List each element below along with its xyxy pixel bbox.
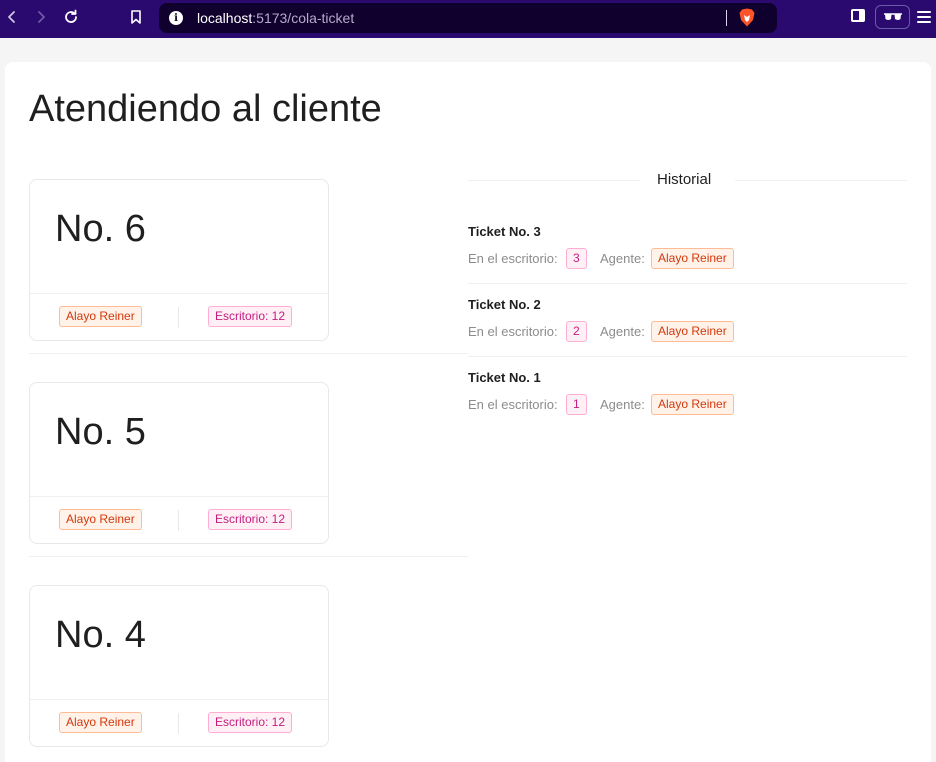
agent-tag: Alayo Reiner — [59, 712, 142, 733]
agent-tag: Alayo Reiner — [651, 394, 734, 415]
agent-tag: Alayo Reiner — [651, 248, 734, 269]
forward-icon[interactable] — [30, 6, 52, 28]
history-item: Ticket No. 1 En el escritorio: 1 Agente:… — [468, 357, 907, 430]
ticket-card-footer: Alayo Reiner Escritorio: 12 — [30, 699, 328, 747]
desk-number-tag: 1 — [566, 394, 587, 415]
menu-icon[interactable] — [917, 11, 931, 23]
history-item-title: Ticket No. 3 — [468, 224, 541, 239]
history-item-title: Ticket No. 1 — [468, 370, 541, 385]
history-title: Historial — [657, 171, 712, 188]
address-divider — [726, 10, 727, 26]
url-text[interactable]: localhost:5173/cola-ticket — [197, 10, 354, 26]
page-title: Atendiendo al cliente — [29, 88, 382, 130]
agent-tag: Alayo Reiner — [59, 509, 142, 530]
ticket-number: No. 4 — [55, 614, 146, 656]
list-divider — [29, 556, 468, 557]
ticket-card: No. 5 Alayo Reiner Escritorio: 12 — [29, 382, 329, 544]
desk-tag: Escritorio: 12 — [208, 712, 293, 733]
history-divider-left — [468, 180, 640, 181]
bookmark-icon[interactable] — [125, 6, 147, 28]
site-info-icon[interactable]: i — [169, 11, 183, 25]
agent-label: Agente: — [600, 324, 645, 339]
list-divider — [29, 353, 468, 354]
browser-toolbar: i localhost:5173/cola-ticket — [0, 0, 936, 38]
ticket-card: No. 6 Alayo Reiner Escritorio: 12 — [29, 179, 329, 341]
agent-label: Agente: — [600, 251, 645, 266]
url-path: :5173/cola-ticket — [252, 10, 355, 26]
ticket-number: No. 6 — [55, 208, 146, 250]
agent-tag: Alayo Reiner — [59, 306, 142, 327]
history-divider-right — [735, 180, 907, 181]
private-glasses-icon[interactable] — [875, 5, 910, 29]
brave-shield-icon[interactable] — [739, 8, 755, 27]
ticket-card-footer: Alayo Reiner Escritorio: 12 — [30, 496, 328, 544]
ticket-number: No. 5 — [55, 411, 146, 453]
history-item-title: Ticket No. 2 — [468, 297, 541, 312]
desk-tag: Escritorio: 12 — [208, 306, 293, 327]
history-item: Ticket No. 3 En el escritorio: 3 Agente:… — [468, 211, 907, 284]
url-host: localhost — [197, 10, 253, 26]
ticket-card-footer: Alayo Reiner Escritorio: 12 — [30, 293, 328, 341]
desk-label: En el escritorio: — [468, 397, 558, 412]
address-bar[interactable]: i localhost:5173/cola-ticket — [159, 3, 777, 33]
footer-divider — [178, 307, 179, 328]
footer-divider — [178, 713, 179, 734]
desk-tag: Escritorio: 12 — [208, 509, 293, 530]
back-icon[interactable] — [1, 6, 23, 28]
sidebar-icon[interactable] — [851, 9, 865, 22]
desk-number-tag: 2 — [566, 321, 587, 342]
desk-label: En el escritorio: — [468, 251, 558, 266]
desk-number-tag: 3 — [566, 248, 587, 269]
agent-label: Agente: — [600, 397, 645, 412]
footer-divider — [178, 510, 179, 531]
agent-tag: Alayo Reiner — [651, 321, 734, 342]
desk-label: En el escritorio: — [468, 324, 558, 339]
ticket-card: No. 4 Alayo Reiner Escritorio: 12 — [29, 585, 329, 747]
reload-icon[interactable] — [60, 6, 82, 28]
history-item: Ticket No. 2 En el escritorio: 2 Agente:… — [468, 284, 907, 357]
